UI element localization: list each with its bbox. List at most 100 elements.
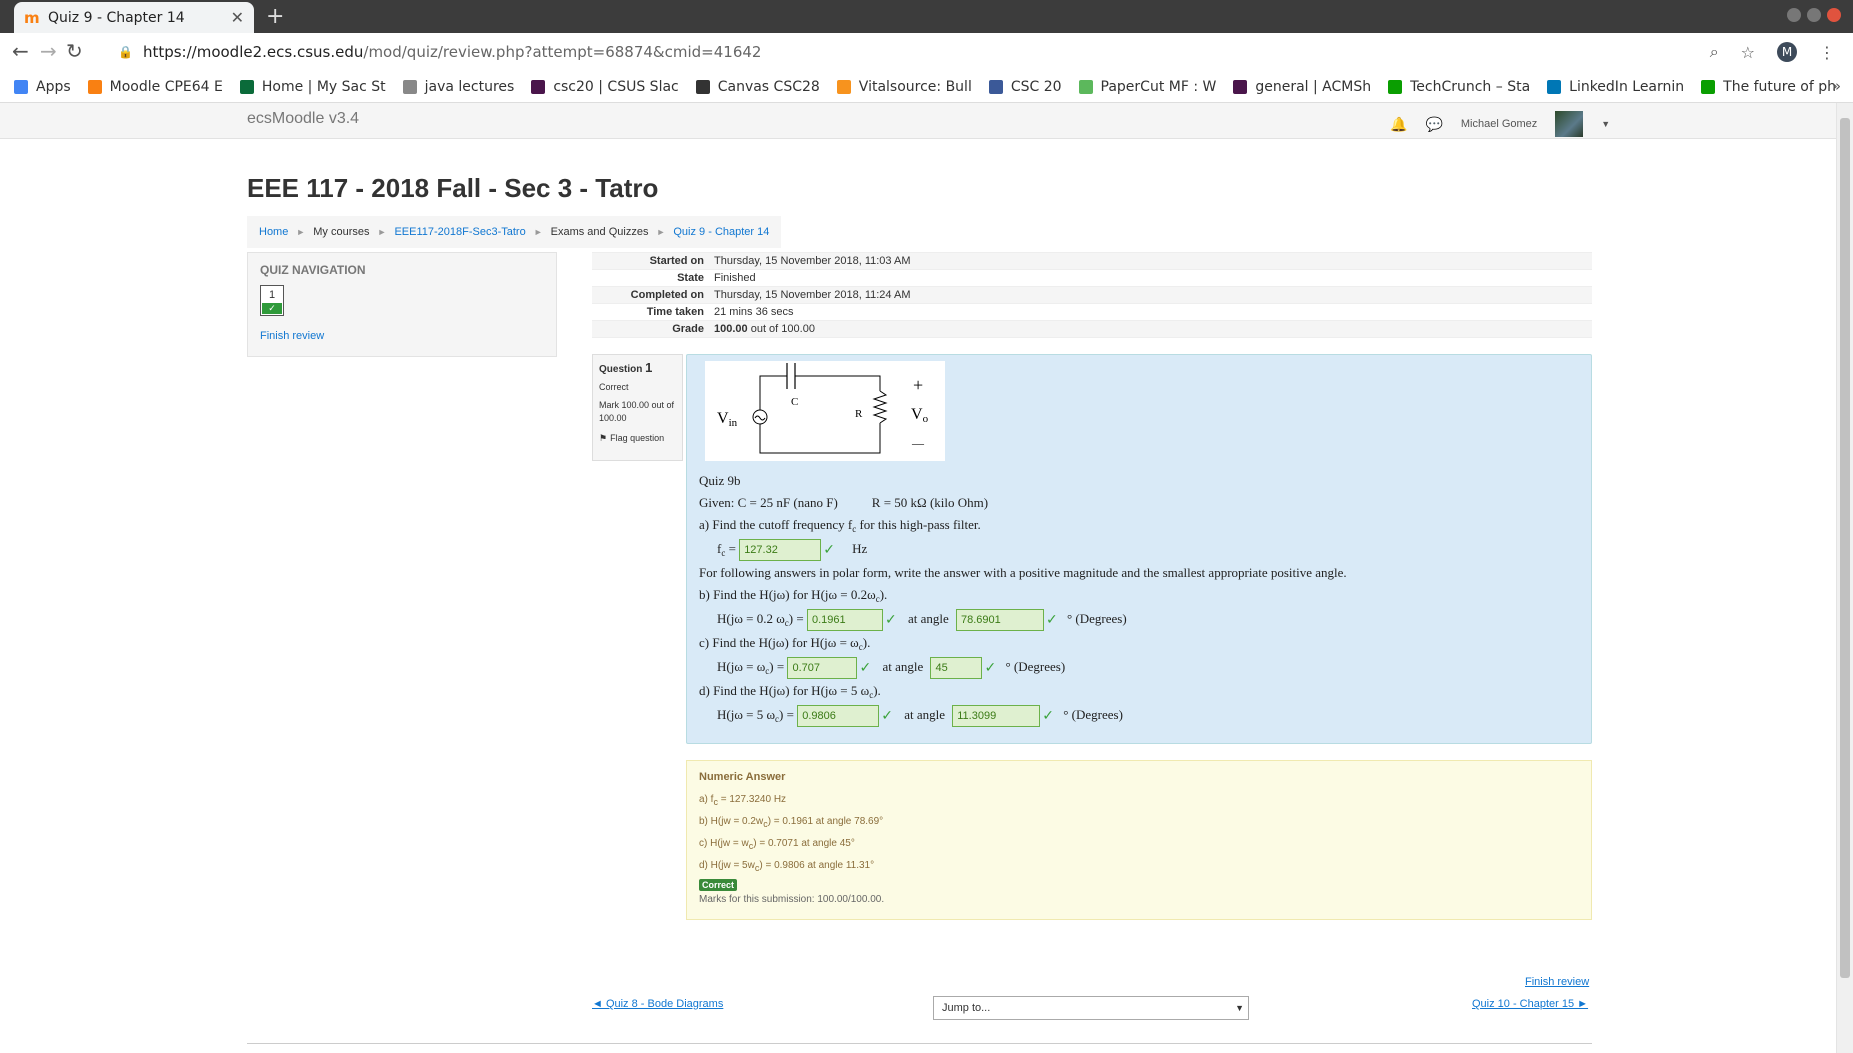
part-d-angle-input[interactable]: 11.3099 [952,705,1041,728]
breadcrumb-home[interactable]: Home [259,226,288,238]
bookmark-label: Moodle CPE64 E [109,78,223,95]
tab-close-icon[interactable]: ✕ [231,8,244,27]
page-scrollbar[interactable] [1836,103,1853,1053]
profile-avatar[interactable]: M [1777,42,1797,62]
bookmark-item[interactable]: Vitalsource: Bull [836,79,972,95]
correct-check-icon: ✓ [859,660,872,677]
new-tab-icon[interactable]: + [266,4,284,29]
address-bar[interactable]: 🔒 https://moodle2.ecs.csus.edu/mod/quiz/… [110,37,1780,67]
user-area: 🔔 💬 Michael Gomez ▼ [1390,111,1610,137]
bookmark-favicon-icon [239,79,254,94]
question-mark: Mark 100.00 out of 100.00 [599,400,675,423]
minimize-icon[interactable] [1787,8,1801,22]
part-c-angle-input[interactable]: 45 [930,657,983,680]
part-b-text-end: ). [879,587,888,602]
bookmark-favicon-icon [87,79,102,94]
reload-icon[interactable]: ↻ [66,41,83,61]
user-avatar[interactable] [1555,111,1584,137]
apps-grid-icon [14,79,28,94]
bookmark-item[interactable]: CSC 20 [988,79,1062,95]
jump-to-select[interactable]: Jump to... ▼ [933,996,1249,1020]
breadcrumb-separator-icon: ► [656,227,666,237]
bookmark-item[interactable]: general | ACMSh [1233,79,1371,95]
user-menu-caret-icon[interactable]: ▼ [1601,119,1610,129]
part-c-text-end: ). [862,635,871,650]
user-name[interactable]: Michael Gomez [1461,118,1537,130]
bookmark-item[interactable]: Moodle CPE64 E [87,78,223,95]
part-d-text: d) Find the H(jω) for H(jω = 5 ω [699,683,870,698]
part-b-magnitude-input[interactable]: 0.1961 [806,609,883,632]
given-r: R = 50 kΩ (kilo Ohm) [871,495,989,510]
at-angle-label: at angle [904,707,945,722]
plus-sign: + [913,375,923,395]
bookmark-label: Canvas CSC28 [717,78,820,95]
summary-row: Started on Thursday, 15 November 2018, 11… [592,253,1592,270]
site-name[interactable]: ecsMoodle v3.4 [247,110,359,128]
bookmark-item[interactable]: TechCrunch – Sta [1388,79,1530,95]
summary-value: Thursday, 15 November 2018, 11:24 AM [714,289,911,301]
summary-value: Thursday, 15 November 2018, 11:03 AM [714,255,911,267]
bookmark-favicon-icon [836,79,851,94]
hjw-label: H(jω = 5 ω [717,707,776,722]
bookmark-item[interactable]: PaperCut MF : W [1078,79,1216,95]
bookmark-favicon-icon [1233,79,1248,94]
finish-review-link-bottom[interactable]: Finish review [1525,976,1589,988]
quiz-navigation-block: QUIZ NAVIGATION 1 ✓ Finish review [247,252,557,357]
part-d-prompt: d) Find the H(jω) for H(jω = 5 ωc). [699,680,1579,702]
bookmark-item[interactable]: csc20 | CSUS Slac [531,79,679,95]
bookmarks-bar: Apps Moodle CPE64 E Home | My Sac St java l… [0,71,1853,103]
forward-icon[interactable]: → [40,41,57,61]
breadcrumb-quiz[interactable]: Quiz 9 - Chapter 14 [673,226,769,238]
browser-tab[interactable]: m Quiz 9 - Chapter 14 ✕ [14,2,254,33]
at-angle-label: at angle [882,659,924,674]
maximize-icon[interactable] [1807,8,1821,22]
window-close-icon[interactable] [1827,8,1841,22]
question-nav-button-1[interactable]: 1 ✓ [260,285,284,316]
messages-icon[interactable]: 💬 [1425,116,1442,133]
fc-answer-input[interactable]: 127.32 [739,539,822,562]
part-d-magnitude-input[interactable]: 0.9806 [797,705,880,728]
part-c-prompt: c) Find the H(jω) for H(jω = ωc). [699,632,1579,654]
bookmark-item[interactable]: Canvas CSC28 [695,78,820,95]
part-a-prompt: a) Find the cutoff frequency fc for this… [699,514,1579,536]
correct-check-icon: ✓ [1042,708,1054,725]
part-a-answer-row: fc = 127.32 ✓ Hz [699,536,1579,562]
question-formulation: Vin C R + Vo — Quiz 9b Given: C = 25 nF … [686,354,1592,744]
submission-marks: Marks for this submission: 100.00/100.00… [699,894,885,905]
question-feedback: Numeric Answer a) fc = 127.3240 Hz b) H(… [686,760,1592,920]
polar-instruction: For following answers in polar form, wri… [699,565,1347,580]
breadcrumb-course[interactable]: EEE117-2018F-Sec3-Tatro [394,226,525,238]
feedback-text: ) = 0.9806 at angle 11.31° [759,860,875,871]
previous-activity-link[interactable]: ◄ Quiz 8 - Bode Diagrams [592,998,723,1010]
part-b-angle-input[interactable]: 78.6901 [955,609,1044,632]
given-c: Given: C = 25 nF (nano F) [699,495,838,510]
correct-check-icon: ✓ [262,303,282,314]
scrollbar-thumb[interactable] [1840,118,1850,978]
question-number: 1 [268,289,276,301]
page-title: EEE 117 - 2018 Fall - Sec 3 - Tatro [247,173,659,203]
bookmark-item[interactable]: Apps [14,79,71,95]
menu-kebab-icon[interactable]: ⋮ [1819,43,1835,62]
browser-toolbar: ← → ↻ 🔒 https://moodle2.ecs.csus.edu/mod… [0,33,1853,71]
zoom-icon[interactable]: ⌕ [1710,42,1719,62]
equals: ) = [788,611,807,626]
part-c-magnitude-input[interactable]: 0.707 [787,657,858,680]
next-activity-link[interactable]: Quiz 10 - Chapter 15 ► [1472,998,1588,1010]
summary-value: Finished [714,272,756,284]
bookmark-item[interactable]: The future of ph [1701,79,1836,95]
notifications-bell-icon[interactable]: 🔔 [1390,116,1407,133]
circuit-diagram: Vin C R + Vo — [705,361,945,461]
feedback-line-c: c) H(jw = wc) = 0.7071 at angle 45° [699,833,1579,855]
equals: = [725,541,740,556]
bookmark-item[interactable]: java lectures [402,79,514,95]
bookmark-item[interactable]: LinkedIn Learnin [1547,79,1684,95]
finish-review-link[interactable]: Finish review [260,330,544,342]
flag-question-toggle[interactable]: ⚑ Flag question [599,432,676,445]
more-bookmarks-icon[interactable]: » [1832,77,1841,95]
bookmark-star-icon[interactable]: ☆ [1741,43,1755,62]
bookmark-item[interactable]: Home | My Sac St [239,79,386,95]
back-icon[interactable]: ← [12,41,29,61]
part-c-text: c) Find the H(jω) for H(jω = ω [699,635,859,650]
summary-label: Completed on [630,289,704,301]
browser-tab-bar: m Quiz 9 - Chapter 14 ✕ + [0,0,1853,33]
